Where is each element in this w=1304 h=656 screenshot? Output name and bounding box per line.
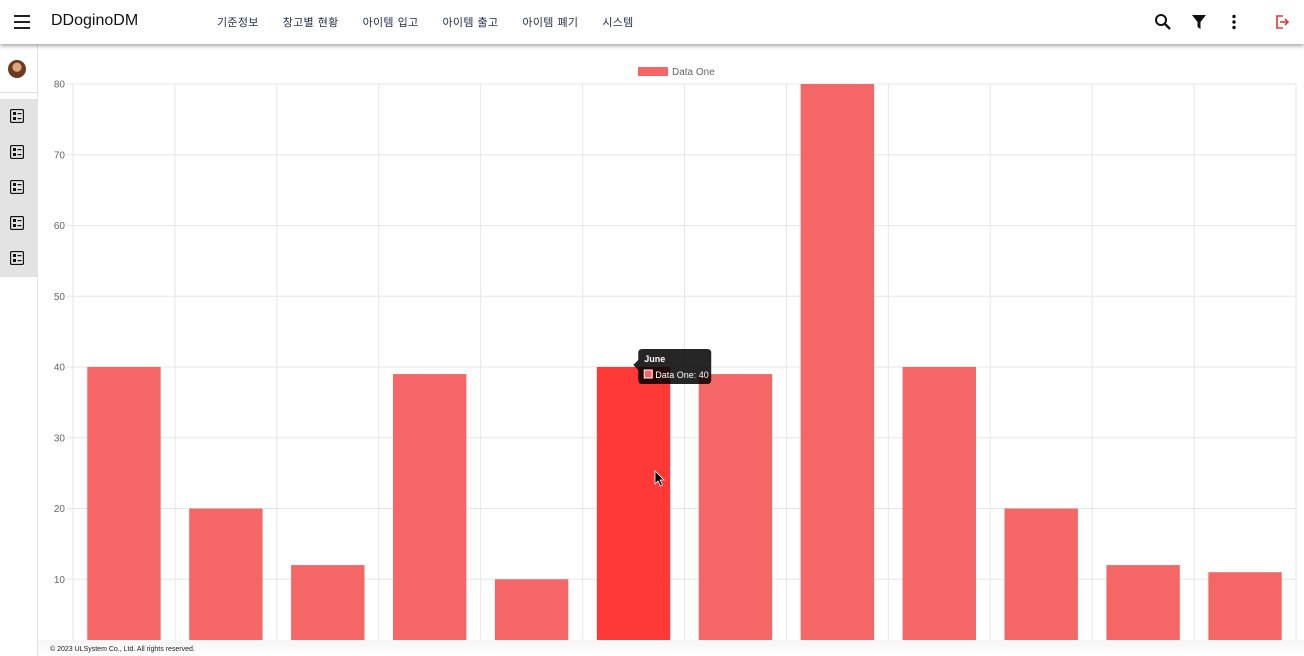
logout-icon[interactable]	[1272, 12, 1292, 32]
chart-bar[interactable]	[698, 374, 773, 650]
y-tick-label: 20	[54, 504, 66, 515]
chart-tooltip: June Data One: 40	[633, 349, 712, 384]
menu-icon[interactable]	[12, 12, 32, 32]
avatar[interactable]	[8, 60, 26, 78]
chart-bar[interactable]	[1004, 508, 1078, 650]
legend-label: Data One	[672, 67, 715, 78]
checklist-icon[interactable]	[9, 250, 25, 266]
chart-bar[interactable]	[596, 367, 671, 650]
y-tick-label: 50	[54, 292, 66, 303]
nav-item-item-outbound[interactable]: 아이템 출고	[443, 14, 499, 30]
more-vert-icon[interactable]	[1224, 12, 1244, 32]
footer-copyright: © 2023 ULSystem Co., Ltd. All rights res…	[50, 646, 195, 653]
y-tick-label: 30	[54, 433, 66, 444]
app-title[interactable]: DDoginoDM	[51, 12, 138, 30]
checklist-icon[interactable]	[9, 144, 25, 160]
chart-legend[interactable]: Data One	[638, 67, 715, 78]
tooltip-swatch	[643, 369, 653, 379]
nav-item-system[interactable]: 시스템	[602, 14, 633, 30]
nav-item-item-disposal[interactable]: 아이템 폐기	[522, 14, 578, 30]
footer-bar	[38, 640, 1304, 656]
nav-item-warehouse-status[interactable]: 창고별 현황	[283, 14, 339, 30]
y-tick-label: 60	[54, 221, 66, 232]
filter-icon[interactable]	[1189, 12, 1209, 32]
sidebar-menu	[0, 99, 37, 277]
app-bar: DDoginoDM 기준정보 창고별 현황 아이템 입고 아이템 출고 아이템 …	[0, 0, 1304, 44]
legend-swatch	[638, 67, 668, 76]
chart-y-axis: 10 20 30 40 50 60 70 80	[54, 80, 66, 586]
tooltip-value: Data One: 40	[655, 370, 709, 380]
search-icon[interactable]	[1153, 12, 1173, 32]
chart-bar[interactable]	[291, 565, 365, 650]
bar-chart[interactable]: 10 20 30 40 50 60 70 80 Data One June Data One:…	[38, 44, 1304, 650]
tooltip-title: June	[644, 354, 665, 364]
main-nav: 기준정보 창고별 현황 아이템 입고 아이템 출고 아이템 폐기 시스템	[217, 14, 658, 30]
sidebar	[0, 44, 38, 656]
nav-item-item-inbound[interactable]: 아이템 입고	[363, 14, 419, 30]
y-tick-label: 10	[54, 575, 66, 586]
chart-bar[interactable]	[393, 374, 467, 650]
nav-item-base-info[interactable]: 기준정보	[217, 14, 259, 30]
chart-bar[interactable]	[800, 84, 875, 650]
chart-bar[interactable]	[1106, 565, 1180, 650]
chart-bar[interactable]	[902, 367, 976, 650]
chart-canvas[interactable]: 10 20 30 40 50 60 70 80 Data One June Data One:…	[38, 44, 1304, 650]
chart-bar[interactable]	[494, 579, 569, 650]
checklist-icon[interactable]	[9, 215, 25, 231]
y-tick-label: 70	[54, 150, 66, 161]
chart-bar[interactable]	[189, 508, 263, 650]
y-tick-label: 80	[54, 80, 66, 91]
sidebar-divider	[0, 92, 37, 93]
chart-bar[interactable]	[87, 367, 161, 650]
checklist-icon[interactable]	[9, 108, 25, 124]
checklist-icon[interactable]	[9, 179, 25, 195]
y-tick-label: 40	[54, 363, 66, 374]
chart-bar[interactable]	[1208, 572, 1282, 650]
